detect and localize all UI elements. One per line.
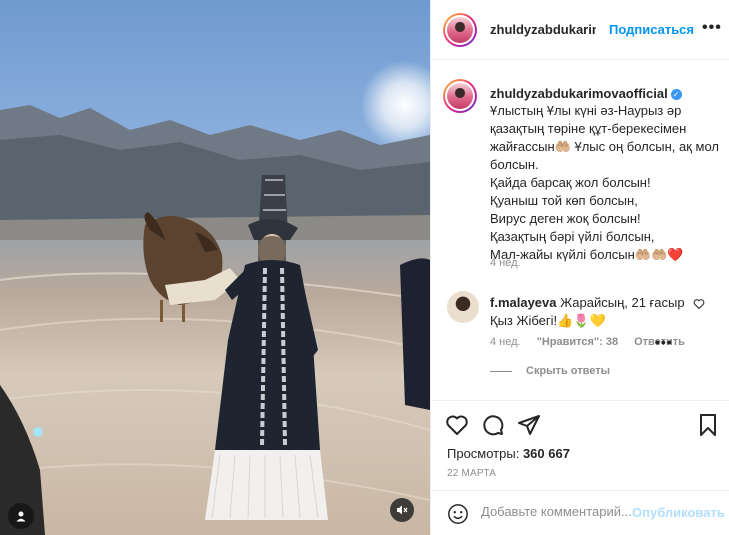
post-actions: Просмотры: 360 667 22 МАРТА: [431, 400, 729, 490]
post-sidebar: zhuldyzabdukarimova Подписаться ••• zhul…: [430, 0, 729, 535]
view-count[interactable]: Просмотры: 360 667: [447, 446, 570, 461]
mute-button[interactable]: [390, 498, 414, 522]
header-avatar[interactable]: [443, 13, 477, 47]
comment-likes-count[interactable]: "Нравится": 38: [537, 336, 618, 348]
caption-avatar[interactable]: [443, 79, 477, 113]
comment-input[interactable]: [481, 504, 631, 519]
comment-bubble-icon[interactable]: [481, 413, 505, 437]
more-options-icon[interactable]: •••: [702, 20, 722, 36]
comments-section[interactable]: zhuldyzabdukarimovaofficial ✓ Ұлыстың Ұлы…: [431, 60, 729, 400]
header-username[interactable]: zhuldyzabdukarimova: [490, 22, 596, 37]
user-icon: [16, 511, 26, 522]
post-header: zhuldyzabdukarimova Подписаться •••: [431, 0, 729, 60]
comment-timestamp[interactable]: 4 нед.: [490, 336, 521, 348]
publish-button[interactable]: Опубликовать: [632, 505, 725, 520]
verified-badge-icon: ✓: [670, 89, 682, 100]
save-bookmark-icon[interactable]: [696, 413, 720, 437]
caption-timestamp[interactable]: 4 нед.: [490, 257, 521, 269]
views-label: Просмотры:: [447, 446, 520, 461]
add-comment-bar: Опубликовать: [431, 490, 729, 535]
follow-button[interactable]: Подписаться: [609, 22, 694, 37]
post-video[interactable]: [0, 0, 430, 535]
comment-body: f.malayeva Жарайсың, 21 ғасыр Қыз Жібегі…: [490, 294, 700, 330]
caption-username[interactable]: zhuldyzabdukarimovaofficial: [490, 86, 668, 101]
emoji-smiley-icon[interactable]: [447, 503, 469, 525]
like-heart-icon[interactable]: [445, 413, 469, 437]
comment-avatar[interactable]: [447, 291, 479, 323]
tagged-users-button[interactable]: [8, 503, 34, 529]
views-number: 360 667: [522, 446, 570, 461]
caption-text: Ұлыстың Ұлы күні әз-Наурыз әр қазақтың т…: [490, 103, 719, 262]
caption-username-row: zhuldyzabdukarimovaofficial ✓: [490, 86, 682, 101]
post-date[interactable]: 22 МАРТА: [447, 468, 496, 479]
comment-options-icon[interactable]: •••: [655, 334, 673, 350]
woman-with-eagle: [0, 175, 430, 535]
replies-line-divider: [490, 370, 512, 372]
hide-replies-label: Скрыть ответы: [526, 365, 610, 377]
speaker-muted-icon: [397, 505, 408, 515]
comment-like-heart-icon[interactable]: [693, 298, 705, 310]
share-paper-plane-icon[interactable]: [517, 413, 541, 437]
hide-replies-button[interactable]: Скрыть ответы: [490, 365, 610, 377]
comment-username[interactable]: f.malayeva: [490, 295, 557, 310]
